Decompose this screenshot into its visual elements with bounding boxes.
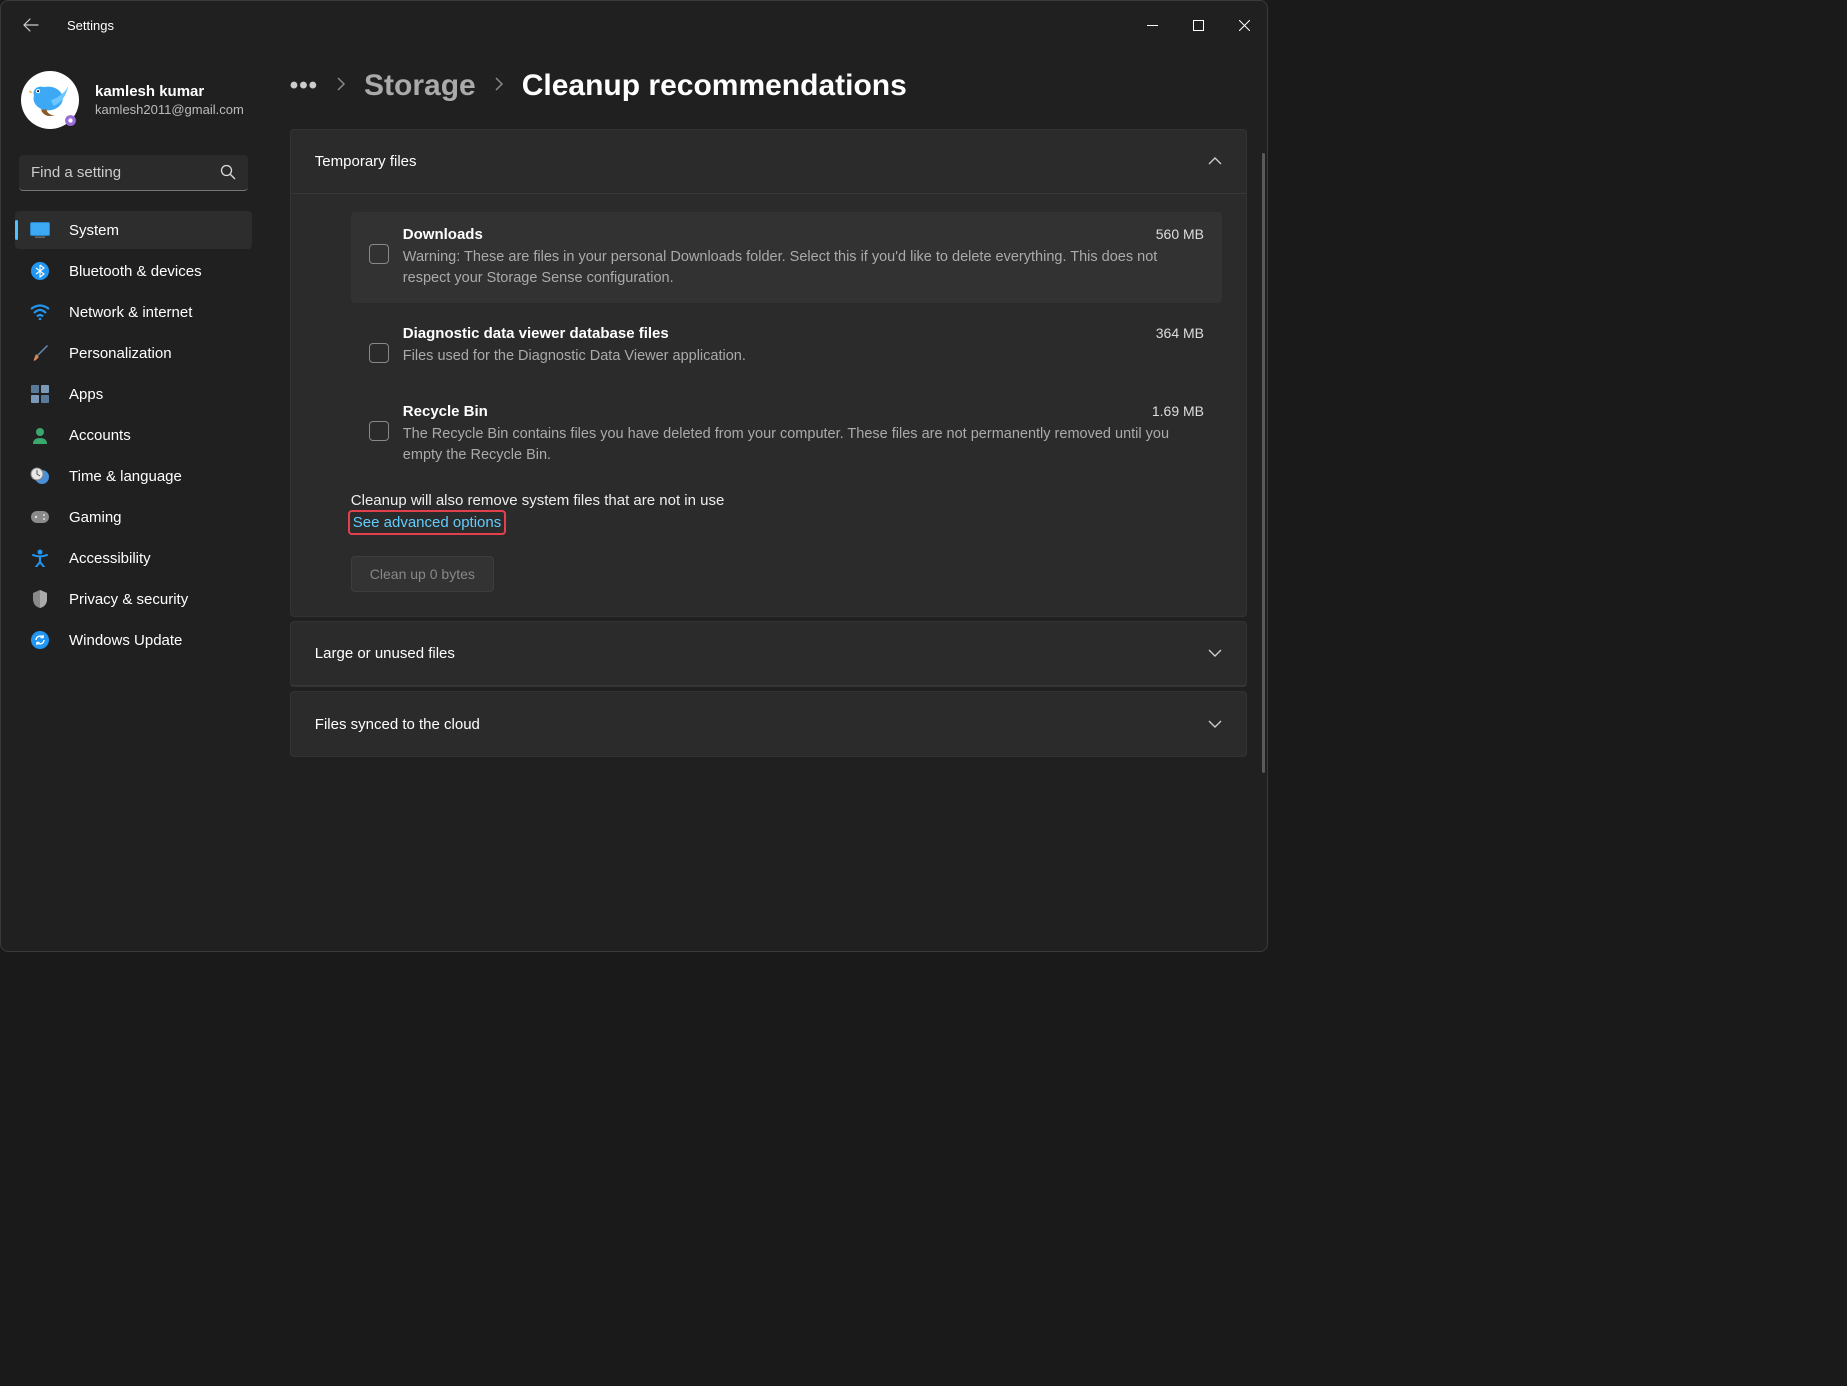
sidebar-item-label: Accessibility bbox=[69, 550, 242, 567]
sidebar-item-network[interactable]: Network & internet bbox=[15, 293, 252, 331]
sidebar-item-privacy[interactable]: Privacy & security bbox=[15, 580, 252, 618]
wifi-icon bbox=[29, 301, 51, 323]
breadcrumb-more[interactable]: ••• bbox=[290, 81, 318, 91]
bird-avatar-icon bbox=[28, 82, 72, 119]
back-button[interactable] bbox=[19, 13, 43, 37]
cleanup-note: Cleanup will also remove system files th… bbox=[351, 492, 1222, 509]
back-arrow-icon bbox=[23, 17, 39, 33]
panel-title: Large or unused files bbox=[315, 645, 1208, 662]
see-advanced-options-link[interactable]: See advanced options bbox=[351, 513, 503, 532]
sidebar-item-update[interactable]: Windows Update bbox=[15, 621, 252, 659]
settings-window: Settings bbox=[0, 0, 1268, 952]
apps-icon bbox=[29, 383, 51, 405]
cloud-files-panel: Files synced to the cloud bbox=[290, 691, 1247, 757]
large-files-panel: Large or unused files bbox=[290, 621, 1247, 687]
sidebar-item-personalization[interactable]: Personalization bbox=[15, 334, 252, 372]
checkbox-diagnostic[interactable] bbox=[369, 343, 389, 363]
titlebar: Settings bbox=[1, 1, 1267, 49]
breadcrumb: ••• Storage Cleanup recommendations bbox=[290, 69, 1247, 103]
close-icon bbox=[1239, 20, 1250, 31]
clock-globe-icon bbox=[29, 465, 51, 487]
maximize-icon bbox=[1193, 20, 1204, 31]
sidebar-item-bluetooth[interactable]: Bluetooth & devices bbox=[15, 252, 252, 290]
temporary-files-header[interactable]: Temporary files bbox=[291, 130, 1246, 194]
minimize-icon bbox=[1147, 20, 1158, 31]
search-input[interactable] bbox=[19, 155, 248, 191]
sidebar-item-label: Apps bbox=[69, 386, 242, 403]
item-description: Warning: These are files in your persona… bbox=[403, 247, 1204, 289]
item-size: 1.69 MB bbox=[1152, 403, 1204, 419]
user-name: kamlesh kumar bbox=[95, 83, 244, 100]
window-title: Settings bbox=[67, 18, 114, 33]
update-icon bbox=[29, 629, 51, 651]
sidebar-item-gaming[interactable]: Gaming bbox=[15, 498, 252, 536]
item-title: Recycle Bin bbox=[403, 403, 1152, 420]
scrollbar[interactable] bbox=[1262, 153, 1265, 773]
sidebar-item-label: Accounts bbox=[69, 427, 242, 444]
chevron-right-icon bbox=[336, 77, 346, 96]
checkbox-downloads[interactable] bbox=[369, 244, 389, 264]
accessibility-icon bbox=[29, 547, 51, 569]
panel-title: Files synced to the cloud bbox=[315, 716, 1208, 733]
minimize-button[interactable] bbox=[1129, 5, 1175, 45]
sidebar-item-label: Personalization bbox=[69, 345, 242, 362]
chevron-up-icon bbox=[1208, 153, 1222, 170]
item-size: 560 MB bbox=[1156, 226, 1204, 242]
chevron-down-icon bbox=[1208, 645, 1222, 662]
sidebar-item-label: Gaming bbox=[69, 509, 242, 526]
page-title: Cleanup recommendations bbox=[522, 69, 907, 103]
shield-icon bbox=[29, 588, 51, 610]
item-title: Downloads bbox=[403, 226, 1156, 243]
paintbrush-icon bbox=[29, 342, 51, 364]
sidebar-item-label: Time & language bbox=[69, 468, 242, 485]
cloud-files-header[interactable]: Files synced to the cloud bbox=[291, 692, 1246, 756]
nav-list: System Bluetooth & devices Network & int… bbox=[15, 211, 252, 659]
sidebar-item-accounts[interactable]: Accounts bbox=[15, 416, 252, 454]
temporary-files-panel: Temporary files Downloads 560 MB Warning… bbox=[290, 129, 1247, 617]
cleanup-item-downloads: Downloads 560 MB Warning: These are file… bbox=[351, 212, 1222, 303]
cleanup-button[interactable]: Clean up 0 bytes bbox=[351, 556, 494, 592]
cleanup-item-diagnostic: Diagnostic data viewer database files 36… bbox=[351, 311, 1222, 381]
gamepad-icon bbox=[29, 506, 51, 528]
sidebar-item-label: Network & internet bbox=[69, 304, 242, 321]
avatar bbox=[21, 71, 79, 129]
sidebar-item-accessibility[interactable]: Accessibility bbox=[15, 539, 252, 577]
maximize-button[interactable] bbox=[1175, 5, 1221, 45]
checkbox-recyclebin[interactable] bbox=[369, 421, 389, 441]
sidebar-item-system[interactable]: System bbox=[15, 211, 252, 249]
sidebar-item-label: Privacy & security bbox=[69, 591, 242, 608]
sidebar-item-apps[interactable]: Apps bbox=[15, 375, 252, 413]
item-size: 364 MB bbox=[1156, 325, 1204, 341]
item-description: Files used for the Diagnostic Data Viewe… bbox=[403, 346, 1204, 367]
bluetooth-icon bbox=[29, 260, 51, 282]
user-email: kamlesh2011@gmail.com bbox=[95, 102, 244, 117]
close-button[interactable] bbox=[1221, 5, 1267, 45]
gear-icon bbox=[64, 114, 77, 127]
sidebar: kamlesh kumar kamlesh2011@gmail.com Syst… bbox=[1, 49, 260, 951]
user-profile[interactable]: kamlesh kumar kamlesh2011@gmail.com bbox=[15, 61, 252, 147]
content-area: ••• Storage Cleanup recommendations Temp… bbox=[260, 49, 1267, 761]
system-icon bbox=[29, 219, 51, 241]
breadcrumb-storage[interactable]: Storage bbox=[364, 69, 476, 103]
item-title: Diagnostic data viewer database files bbox=[403, 325, 1156, 342]
search-container bbox=[19, 155, 248, 191]
item-description: The Recycle Bin contains files you have … bbox=[403, 424, 1204, 466]
chevron-right-icon bbox=[494, 77, 504, 96]
person-icon bbox=[29, 424, 51, 446]
temporary-files-body: Downloads 560 MB Warning: These are file… bbox=[291, 194, 1246, 616]
chevron-down-icon bbox=[1208, 716, 1222, 733]
sidebar-item-time[interactable]: Time & language bbox=[15, 457, 252, 495]
search-icon bbox=[220, 164, 236, 185]
window-controls bbox=[1129, 5, 1267, 45]
panel-title: Temporary files bbox=[315, 153, 1208, 170]
cleanup-item-recyclebin: Recycle Bin 1.69 MB The Recycle Bin cont… bbox=[351, 389, 1222, 480]
sidebar-item-label: Bluetooth & devices bbox=[69, 263, 242, 280]
large-files-header[interactable]: Large or unused files bbox=[291, 622, 1246, 686]
sidebar-item-label: System bbox=[69, 222, 242, 239]
sidebar-item-label: Windows Update bbox=[69, 632, 242, 649]
